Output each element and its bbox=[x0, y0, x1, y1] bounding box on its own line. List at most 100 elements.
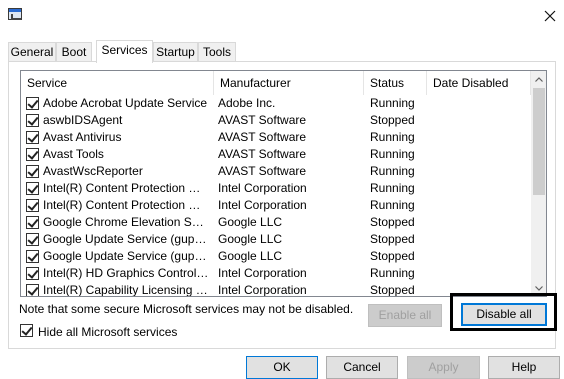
service-status: Running bbox=[370, 181, 415, 195]
list-item[interactable]: Google Chrome Elevation Service Google LL… bbox=[21, 214, 531, 231]
column-header-date-disabled[interactable]: Date Disabled bbox=[427, 71, 531, 95]
services-list[interactable]: Service Manufacturer Status Date Disable… bbox=[20, 70, 547, 297]
service-name: Google Update Service (gupdate) bbox=[43, 232, 209, 246]
column-header-service[interactable]: Service bbox=[21, 71, 214, 95]
list-item[interactable]: Adobe Acrobat Update Service Adobe Inc. Ru… bbox=[21, 95, 531, 112]
service-name: Intel(R) Capability Licensing Ser... bbox=[43, 283, 209, 297]
service-date-disabled bbox=[430, 214, 530, 231]
checkbox-checked-icon[interactable] bbox=[20, 324, 33, 337]
apply-button[interactable]: Apply bbox=[407, 356, 480, 379]
column-header-manufacturer[interactable]: Manufacturer bbox=[214, 71, 364, 95]
disable-all-button[interactable]: Disable all bbox=[461, 303, 547, 326]
column-header-status[interactable]: Status bbox=[364, 71, 427, 95]
service-checkbox[interactable] bbox=[26, 182, 39, 195]
service-manufacturer: Intel Corporation bbox=[218, 266, 307, 280]
list-item[interactable]: AvastWscReporter AVAST Software Running bbox=[21, 163, 531, 180]
service-checkbox[interactable] bbox=[26, 114, 39, 127]
enable-all-button[interactable]: Enable all bbox=[368, 304, 442, 327]
service-status: Stopped bbox=[370, 215, 415, 229]
services-panel: Service Manufacturer Status Date Disable… bbox=[8, 61, 557, 349]
system-config-icon bbox=[8, 8, 22, 20]
service-manufacturer: Google LLC bbox=[218, 215, 283, 229]
ok-button[interactable]: OK bbox=[246, 356, 318, 379]
service-name: AvastWscReporter bbox=[43, 164, 143, 178]
service-status: Running bbox=[370, 147, 415, 161]
tab-boot[interactable]: Boot bbox=[56, 42, 92, 62]
services-note: Note that some secure Microsoft services… bbox=[19, 302, 354, 316]
scroll-up-button[interactable] bbox=[531, 71, 546, 87]
service-name: aswbIDSAgent bbox=[43, 113, 123, 127]
service-name: Intel(R) HD Graphics Control Pa... bbox=[43, 266, 209, 280]
service-date-disabled bbox=[430, 265, 530, 282]
service-status: Running bbox=[370, 266, 415, 280]
tab-services[interactable]: Services bbox=[96, 40, 153, 63]
list-item[interactable]: Google Update Service (gupdatem) Google L… bbox=[21, 248, 531, 265]
service-date-disabled bbox=[430, 129, 530, 146]
title-bar bbox=[0, 0, 564, 32]
service-date-disabled bbox=[430, 112, 530, 129]
service-manufacturer: Google LLC bbox=[218, 249, 283, 263]
service-checkbox[interactable] bbox=[26, 148, 39, 161]
service-date-disabled bbox=[430, 146, 530, 163]
service-name: Adobe Acrobat Update Service bbox=[43, 96, 208, 110]
service-date-disabled bbox=[430, 248, 530, 265]
service-checkbox[interactable] bbox=[26, 165, 39, 178]
service-name: Avast Antivirus bbox=[43, 130, 122, 144]
service-manufacturer: AVAST Software bbox=[218, 164, 307, 178]
list-item[interactable]: Google Update Service (gupdate) Google LL… bbox=[21, 231, 531, 248]
service-checkbox[interactable] bbox=[26, 131, 39, 144]
service-manufacturer: Google LLC bbox=[218, 232, 283, 246]
service-manufacturer: AVAST Software bbox=[218, 147, 307, 161]
service-date-disabled bbox=[430, 163, 530, 180]
scroll-thumb[interactable] bbox=[533, 88, 545, 195]
service-date-disabled bbox=[430, 197, 530, 214]
service-name: Avast Tools bbox=[43, 147, 104, 161]
service-status: Running bbox=[370, 96, 415, 110]
service-manufacturer: Adobe Inc. bbox=[218, 96, 276, 110]
tab-tools[interactable]: Tools bbox=[198, 42, 236, 62]
service-name: Intel(R) Content Protection HEC... bbox=[43, 181, 209, 195]
service-status: Running bbox=[370, 130, 415, 144]
service-checkbox[interactable] bbox=[26, 199, 39, 212]
service-date-disabled bbox=[430, 231, 530, 248]
service-checkbox[interactable] bbox=[26, 97, 39, 110]
service-manufacturer: AVAST Software bbox=[218, 130, 307, 144]
service-status: Stopped bbox=[370, 283, 415, 297]
tab-general[interactable]: General bbox=[8, 42, 56, 62]
service-status: Running bbox=[370, 164, 415, 178]
close-button[interactable] bbox=[536, 0, 564, 32]
list-item[interactable]: Avast Antivirus AVAST Software Running bbox=[21, 129, 531, 146]
list-item[interactable]: Avast Tools AVAST Software Running bbox=[21, 146, 531, 163]
service-checkbox[interactable] bbox=[26, 250, 39, 263]
list-item[interactable]: Intel(R) Content Protection HDC... Intel … bbox=[21, 197, 531, 214]
list-item[interactable]: Intel(R) Content Protection HEC... Intel … bbox=[21, 180, 531, 197]
service-status: Stopped bbox=[370, 249, 415, 263]
service-date-disabled bbox=[430, 180, 530, 197]
service-name: Intel(R) Content Protection HDC... bbox=[43, 198, 209, 212]
service-checkbox[interactable] bbox=[26, 233, 39, 246]
service-status: Stopped bbox=[370, 232, 415, 246]
service-status: Running bbox=[370, 198, 415, 212]
service-manufacturer: Intel Corporation bbox=[218, 181, 307, 195]
service-date-disabled bbox=[430, 95, 530, 112]
service-manufacturer: Intel Corporation bbox=[218, 283, 307, 297]
list-item[interactable]: aswbIDSAgent AVAST Software Stopped bbox=[21, 112, 531, 129]
list-item[interactable]: Intel(R) HD Graphics Control Pa... Intel … bbox=[21, 265, 531, 282]
chevron-up-icon bbox=[535, 76, 543, 82]
service-name: Google Update Service (gupdatem) bbox=[43, 249, 209, 263]
cancel-button[interactable]: Cancel bbox=[326, 356, 398, 379]
vertical-scrollbar[interactable] bbox=[531, 71, 546, 296]
service-manufacturer: AVAST Software bbox=[218, 113, 307, 127]
close-icon bbox=[544, 10, 556, 22]
service-checkbox[interactable] bbox=[26, 267, 39, 280]
service-checkbox[interactable] bbox=[26, 216, 39, 229]
help-button[interactable]: Help bbox=[488, 356, 560, 379]
service-manufacturer: Intel Corporation bbox=[218, 198, 307, 212]
service-checkbox[interactable] bbox=[26, 284, 39, 296]
service-status: Stopped bbox=[370, 113, 415, 127]
list-header: Service Manufacturer Status Date Disable… bbox=[21, 71, 531, 95]
chevron-down-icon bbox=[535, 285, 543, 291]
hide-microsoft-services-label: Hide all Microsoft services bbox=[38, 325, 178, 339]
service-name: Google Chrome Elevation Service bbox=[43, 215, 209, 229]
tab-startup[interactable]: Startup bbox=[153, 42, 198, 62]
